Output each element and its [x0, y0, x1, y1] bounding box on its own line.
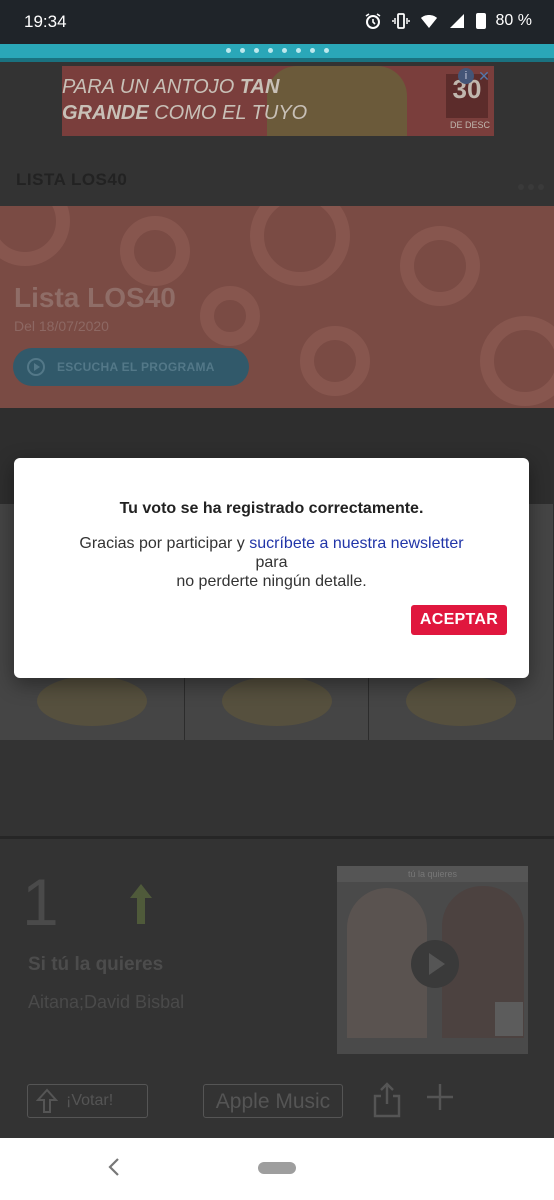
play-icon[interactable] [411, 940, 459, 988]
home-pill[interactable] [258, 1162, 296, 1174]
navigation-bar [0, 1138, 554, 1200]
song-artist: Aitana;David Bisbal [28, 992, 185, 1012]
share-icon[interactable] [372, 1082, 402, 1118]
status-time: 19:34 [24, 12, 67, 31]
chart-rank: 1 [22, 865, 59, 939]
ad-food-image [267, 66, 407, 136]
hero-date: Del 18/07/2020 [14, 318, 109, 334]
signal-icon [449, 14, 464, 28]
wifi-icon [420, 15, 437, 28]
ad-info-icon[interactable]: i [458, 68, 474, 84]
accept-button[interactable]: ACEPTAR [411, 605, 507, 635]
ad-close-icon[interactable]: ✕ [476, 68, 492, 84]
hero-banner: Lista LOS40 Del 18/07/2020 ESCUCHA EL PR… [0, 206, 554, 408]
dialog-title: Tu voto se ha registrado correctamente. [119, 500, 424, 517]
battery-icon [475, 13, 486, 29]
page-indicator-bar [0, 44, 554, 62]
back-icon[interactable] [106, 1156, 122, 1178]
vote-label: ¡Votar! [66, 1092, 114, 1109]
dialog-text-after: no perderte ningún detalle. [176, 573, 367, 590]
trend-up-icon [130, 884, 152, 924]
listen-program-label: ESCUCHA EL PROGRAMA [57, 360, 215, 374]
video-thumbnail[interactable]: tú la quieres [337, 866, 528, 1054]
status-bar: 19:34 80 % [0, 0, 554, 44]
apple-music-button[interactable]: Apple Music [203, 1084, 343, 1118]
alarm-icon [365, 13, 380, 29]
arrow-up-icon [36, 1088, 58, 1113]
listen-program-button[interactable]: ESCUCHA EL PROGRAMA [13, 348, 249, 386]
ad-line2: COMO EL TUYO [148, 102, 308, 124]
more-options-icon[interactable] [518, 184, 544, 190]
page-dots [0, 48, 554, 53]
page-title: LISTA LOS40 [16, 170, 128, 189]
add-icon[interactable] [425, 1082, 455, 1112]
play-circle-icon [27, 358, 45, 376]
ad-banner[interactable]: PARA UN ANTOJO TAN GRANDE COMO EL TUYO 3… [62, 66, 494, 136]
divider [0, 836, 554, 839]
ad-line1: PARA UN ANTOJO [62, 76, 240, 98]
hero-title: Lista LOS40 [14, 282, 176, 313]
entry-actions: ¡Votar! Apple Music [0, 1082, 554, 1132]
vote-confirmation-dialog: Tu voto se ha registrado correctamente. … [14, 458, 529, 678]
vibrate-icon [391, 13, 410, 29]
dialog-text-before: Gracias por participar y [79, 535, 250, 552]
vote-button[interactable]: ¡Votar! [27, 1084, 148, 1118]
song-title: Si tú la quieres [28, 954, 164, 975]
newsletter-link[interactable]: sucríbete a nuestra newsletter [249, 535, 463, 552]
ad-discount-label: DE DESC [449, 120, 490, 130]
battery-percent: 80 % [495, 12, 532, 29]
status-icons: 80 % [364, 12, 532, 30]
dialog-text-mid: para [255, 554, 288, 571]
ad-line1-bold: TAN [239, 76, 280, 98]
ad-line2-bold: GRANDE [62, 102, 149, 124]
thumbnail-caption: tú la quieres [337, 866, 528, 882]
dialog-message: Gracias por participar y sucríbete a nue… [34, 534, 509, 591]
